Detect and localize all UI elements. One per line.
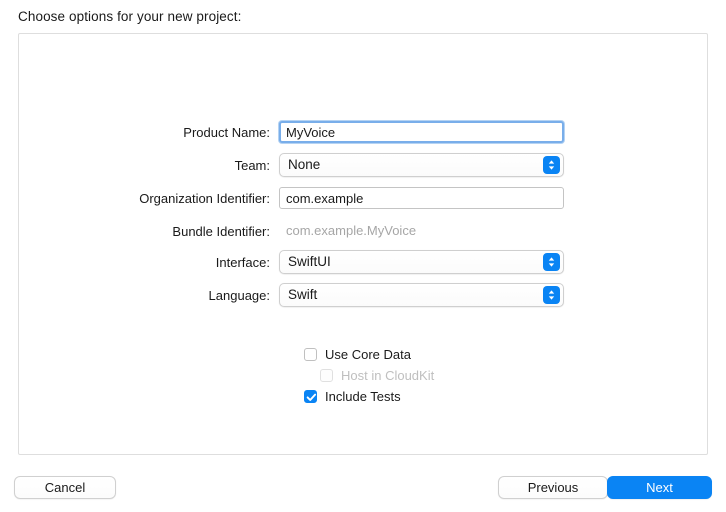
host-in-cloudkit-checkbox (320, 369, 333, 382)
label-language: Language: (19, 288, 279, 303)
include-tests-label: Include Tests (325, 389, 401, 404)
bundle-identifier-value: com.example.MyVoice (279, 220, 416, 242)
page-title: Choose options for your new project: (18, 8, 241, 26)
form-row-language: Language: Swift (19, 281, 707, 309)
previous-button[interactable]: Previous (498, 476, 608, 499)
interface-select[interactable]: SwiftUI (279, 250, 564, 274)
use-core-data-checkbox[interactable] (304, 348, 317, 361)
form-row-product-name: Product Name: (19, 118, 707, 146)
team-select[interactable]: None (279, 153, 564, 177)
interface-select-value: SwiftUI (288, 251, 331, 273)
project-options-form: Product Name: Team: None Organization Id… (19, 118, 707, 314)
team-select-value: None (288, 154, 320, 176)
options-checkbox-group: Use Core Data Host in CloudKit Include T… (304, 344, 434, 407)
host-in-cloudkit-label: Host in CloudKit (341, 368, 434, 383)
label-interface: Interface: (19, 255, 279, 270)
label-organization-identifier: Organization Identifier: (19, 191, 279, 206)
label-product-name: Product Name: (19, 125, 279, 140)
include-tests-checkbox[interactable] (304, 390, 317, 403)
checkmark-icon (306, 392, 317, 403)
use-core-data-label: Use Core Data (325, 347, 411, 362)
language-select[interactable]: Swift (279, 283, 564, 307)
checkbox-row-use-core-data[interactable]: Use Core Data (304, 344, 434, 364)
chevron-up-down-icon (543, 156, 560, 174)
checkbox-row-host-in-cloudkit: Host in CloudKit (304, 365, 434, 385)
label-bundle-identifier: Bundle Identifier: (19, 224, 279, 239)
product-name-input[interactable] (279, 121, 564, 143)
organization-identifier-input[interactable] (279, 187, 564, 209)
chevron-up-down-icon (543, 253, 560, 271)
form-row-bundle-identifier: Bundle Identifier: com.example.MyVoice (19, 217, 707, 245)
checkbox-row-include-tests[interactable]: Include Tests (304, 386, 434, 406)
form-row-organization-identifier: Organization Identifier: (19, 184, 707, 212)
form-row-interface: Interface: SwiftUI (19, 248, 707, 276)
language-select-value: Swift (288, 284, 317, 306)
cancel-button[interactable]: Cancel (14, 476, 116, 499)
chevron-up-down-icon (543, 286, 560, 304)
options-panel: Product Name: Team: None Organization Id… (18, 33, 708, 455)
label-team: Team: (19, 158, 279, 173)
form-row-team: Team: None (19, 151, 707, 179)
next-button[interactable]: Next (607, 476, 712, 499)
